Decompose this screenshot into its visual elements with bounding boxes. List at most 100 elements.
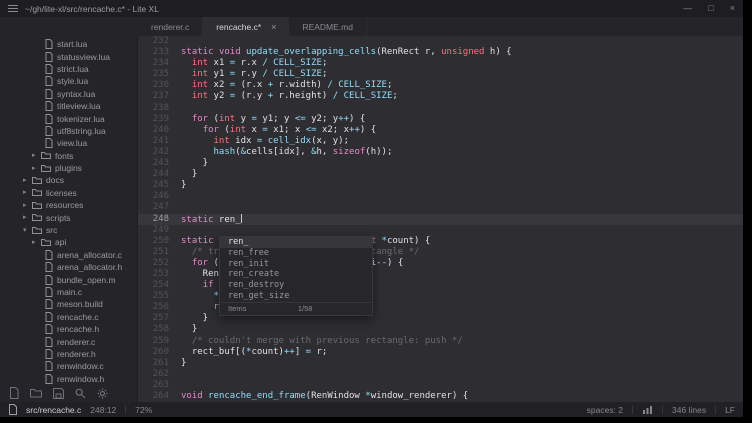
autocomplete-item[interactable]: ren_	[220, 237, 372, 248]
chevron-right-icon[interactable]: ▸	[23, 177, 32, 184]
code-line[interactable]: 241 int idx = cell_idx(x, y);	[138, 136, 743, 147]
tree-item-arena-allocator-h[interactable]: arena_allocator.h	[0, 261, 137, 273]
autocomplete-item[interactable]: ren_destroy	[220, 280, 372, 291]
autocomplete-item[interactable]: ren_create	[220, 269, 372, 280]
status-line-count[interactable]: 346 lines	[672, 405, 706, 415]
tree-item-arena-allocator-c[interactable]: arena_allocator.c	[0, 249, 137, 261]
code-line[interactable]: 247	[138, 202, 743, 213]
line-number: 232	[138, 36, 181, 47]
tree-item-resources[interactable]: ▸resources	[0, 199, 137, 211]
code-line[interactable]: 244 }	[138, 169, 743, 180]
tree-item-renwindow-h[interactable]: renwindow.h	[0, 373, 137, 384]
autocomplete-item[interactable]: ren_get_size	[220, 291, 372, 302]
tab-readme-md[interactable]: README.md	[289, 17, 367, 36]
tree-item-renderer-h[interactable]: renderer.h	[0, 348, 137, 360]
close-icon[interactable]: ×	[730, 4, 735, 13]
tree-item-view-lua[interactable]: view.lua	[0, 137, 137, 149]
tree-item-tokenizer-lua[interactable]: tokenizer.lua	[0, 112, 137, 124]
tree-item-main-c[interactable]: main.c	[0, 286, 137, 298]
tree-item-plugins[interactable]: ▸plugins	[0, 162, 137, 174]
code-line[interactable]: 249	[138, 225, 743, 236]
autocomplete-item[interactable]: ren_free	[220, 248, 372, 259]
tree-item-start-lua[interactable]: start.lua	[0, 38, 137, 50]
tab-label: renderer.c	[151, 22, 189, 32]
chevron-down-icon[interactable]: ▾	[23, 227, 32, 234]
tree-item-titleview-lua[interactable]: titleview.lua	[0, 100, 137, 112]
line-number: 252	[138, 258, 181, 269]
line-number: 237	[138, 91, 181, 102]
tree-item-label: style.lua	[57, 76, 88, 86]
tree-item-rencache-c[interactable]: rencache.c	[0, 311, 137, 323]
tree-item-meson-build[interactable]: meson.build	[0, 298, 137, 310]
code-line[interactable]: 235 int y1 = r.y / CELL_SIZE;	[138, 69, 743, 80]
tree-item-src[interactable]: ▾src	[0, 224, 137, 236]
code-line[interactable]: 238	[138, 103, 743, 114]
chevron-right-icon[interactable]: ▸	[32, 239, 41, 246]
tab-renderer-c[interactable]: renderer.c	[138, 17, 203, 36]
chevron-right-icon[interactable]: ▸	[23, 202, 32, 209]
tree-item-api[interactable]: ▸api	[0, 236, 137, 248]
settings-icon[interactable]	[97, 388, 108, 399]
save-icon[interactable]	[53, 388, 64, 399]
tree-item-label: syntax.lua	[57, 89, 95, 99]
code-line[interactable]: 232	[138, 36, 743, 47]
tree-item-label: rencache.c	[57, 312, 99, 322]
menu-icon[interactable]	[8, 3, 18, 14]
open-folder-icon[interactable]	[30, 388, 42, 398]
code-line[interactable]: 261}	[138, 358, 743, 369]
chart-icon[interactable]	[642, 405, 653, 414]
status-line-ending[interactable]: LF	[725, 405, 735, 415]
chevron-right-icon[interactable]: ▸	[23, 189, 32, 196]
code-line[interactable]: 258 }	[138, 324, 743, 335]
status-scroll-percent[interactable]: 72%	[135, 405, 152, 415]
code-line[interactable]: 259 /* couldn't merge with previous rect…	[138, 336, 743, 347]
tree-item-strict-lua[interactable]: strict.lua	[0, 63, 137, 75]
status-indent-mode[interactable]: spaces: 2	[587, 405, 623, 415]
tree-item-renwindow-c[interactable]: renwindow.c	[0, 360, 137, 372]
tree-item-docs[interactable]: ▸docs	[0, 174, 137, 186]
code-line[interactable]: 242 hash(&cells[idx], &h, sizeof(h));	[138, 147, 743, 158]
code-line[interactable]: 263	[138, 380, 743, 391]
code-line[interactable]: 240 for (int x = x1; x <= x2; x++) {	[138, 125, 743, 136]
tree-item-utf8string-lua[interactable]: utf8string.lua	[0, 125, 137, 137]
code-line[interactable]: 246	[138, 191, 743, 202]
tree-item-scripts[interactable]: ▸scripts	[0, 211, 137, 223]
code-editor[interactable]: 232233static void update_overlapping_cel…	[138, 36, 743, 402]
status-cursor-position[interactable]: 248:12	[90, 405, 116, 415]
chevron-right-icon[interactable]: ▸	[32, 165, 41, 172]
code-line[interactable]: 243 }	[138, 158, 743, 169]
tree-item-licenses[interactable]: ▸licenses	[0, 187, 137, 199]
code-line[interactable]: 237 int y2 = (r.y + r.height) / CELL_SIZ…	[138, 91, 743, 102]
tree-item-style-lua[interactable]: style.lua	[0, 75, 137, 87]
tree-item-rencache-h[interactable]: rencache.h	[0, 323, 137, 335]
tab-rencache-c-[interactable]: rencache.c*×	[203, 17, 289, 36]
new-file-icon[interactable]	[9, 387, 19, 399]
minimize-icon[interactable]: —	[683, 4, 692, 13]
code-line[interactable]: 234 int x1 = r.x / CELL_SIZE;	[138, 58, 743, 69]
status-filename[interactable]: src/rencache.c	[26, 405, 81, 415]
code-line[interactable]: 245}	[138, 180, 743, 191]
tree-item-label: utf8string.lua	[57, 126, 106, 136]
tree-item-statusview-lua[interactable]: statusview.lua	[0, 50, 137, 62]
code-line[interactable]: 262	[138, 369, 743, 380]
code-line[interactable]: 233static void update_overlapping_cells(…	[138, 47, 743, 58]
chevron-right-icon[interactable]: ▸	[32, 152, 41, 159]
code-line[interactable]: 248static ren_	[138, 214, 743, 225]
line-number: 253	[138, 269, 181, 280]
code-line[interactable]: 239 for (int y = y1; y <= y2; y++) {	[138, 114, 743, 125]
tab-close-icon[interactable]: ×	[271, 22, 276, 32]
autocomplete-item[interactable]: ren_init	[220, 259, 372, 270]
tree-item-syntax-lua[interactable]: syntax.lua	[0, 88, 137, 100]
tree-item-label: main.c	[57, 287, 82, 297]
tree-item-bundle-open-m[interactable]: bundle_open.m	[0, 273, 137, 285]
tree-item-fonts[interactable]: ▸fonts	[0, 150, 137, 162]
code-line[interactable]: 260 rect_buf[(*count)++] = r;	[138, 347, 743, 358]
file-icon	[45, 337, 53, 347]
search-icon[interactable]	[75, 388, 86, 399]
tree-item-renderer-c[interactable]: renderer.c	[0, 335, 137, 347]
tree-item-label: renderer.c	[57, 337, 95, 347]
code-line[interactable]: 236 int x2 = (r.x + r.width) / CELL_SIZE…	[138, 80, 743, 91]
code-line[interactable]: 264void rencache_end_frame(RenWindow *wi…	[138, 391, 743, 402]
chevron-right-icon[interactable]: ▸	[23, 214, 32, 221]
maximize-icon[interactable]: □	[708, 4, 713, 13]
